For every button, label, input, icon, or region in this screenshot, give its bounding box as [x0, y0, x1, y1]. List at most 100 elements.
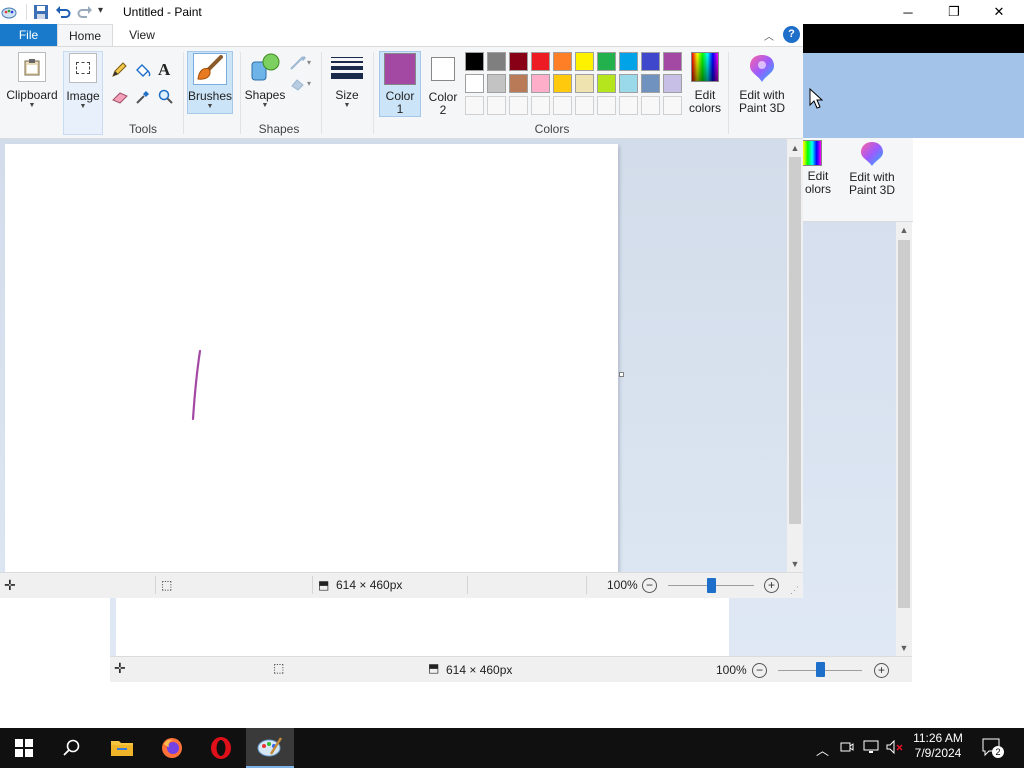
palette-swatch[interactable]	[619, 96, 638, 115]
tab-view[interactable]: View	[120, 24, 164, 46]
search-button[interactable]	[48, 728, 96, 768]
image-button[interactable]: Image ▼	[63, 51, 103, 135]
edit-with-paint3d-button[interactable]: Edit with Paint 3D	[733, 52, 791, 115]
palette-swatch[interactable]	[619, 74, 638, 93]
restore-button[interactable]: ❐	[931, 0, 977, 24]
palette-swatch[interactable]	[597, 96, 616, 115]
palette-swatch[interactable]	[531, 52, 550, 71]
zoom-thumb[interactable]	[707, 578, 716, 593]
clipboard-label: Clipboard	[6, 88, 58, 102]
zoom-text: 100%	[607, 578, 638, 592]
meet-now-icon[interactable]	[840, 740, 854, 757]
separator	[321, 52, 322, 134]
palette-swatch[interactable]	[487, 74, 506, 93]
color1-button[interactable]: Color 1	[379, 51, 421, 117]
palette-swatch[interactable]	[641, 52, 660, 71]
minimize-button[interactable]: ─	[885, 0, 931, 24]
palette-swatch[interactable]	[663, 52, 682, 71]
undo-icon[interactable]	[55, 4, 71, 20]
clipboard-icon	[18, 52, 46, 82]
palette-swatch[interactable]	[553, 74, 572, 93]
palette-swatch[interactable]	[619, 52, 638, 71]
canvas-resize-handle[interactable]	[619, 372, 624, 377]
palette-swatch[interactable]	[641, 96, 660, 115]
bg-canvas[interactable]	[116, 596, 729, 656]
scroll-up-icon[interactable]: ▲	[787, 140, 803, 156]
shapes-button[interactable]: Shapes ▼	[244, 52, 286, 110]
bg-scroll-up-icon[interactable]: ▲	[896, 222, 912, 238]
zoom-out-icon[interactable]: −	[642, 578, 657, 593]
action-center-button[interactable]: 2	[982, 738, 1004, 761]
titlebar-divider	[26, 4, 27, 20]
palette-swatch[interactable]	[531, 74, 550, 93]
palette-swatch[interactable]	[575, 74, 594, 93]
tab-view-label: View	[129, 28, 155, 42]
opera-button[interactable]	[197, 728, 245, 768]
outline-icon[interactable]: ▾	[289, 55, 313, 74]
close-button[interactable]: ✕	[976, 0, 1022, 24]
eraser-icon[interactable]	[111, 90, 129, 107]
tab-home[interactable]: Home	[57, 24, 113, 46]
palette-swatch[interactable]	[663, 96, 682, 115]
palette-swatch[interactable]	[575, 96, 594, 115]
paint-taskbar-button[interactable]	[246, 728, 294, 768]
brush-stroke	[191, 349, 202, 421]
bg-zoom-out-icon[interactable]: −	[752, 663, 767, 678]
bg-zoom-thumb[interactable]	[816, 662, 825, 677]
volume-muted-icon[interactable]	[886, 739, 904, 757]
color2-button[interactable]: Color 2	[423, 56, 463, 117]
save-icon[interactable]	[33, 4, 49, 20]
bg-scroll-down-icon[interactable]: ▼	[896, 640, 912, 656]
scroll-down-icon[interactable]: ▼	[787, 556, 803, 572]
customize-quick-access-icon[interactable]: ▾	[98, 5, 114, 21]
palette-swatch[interactable]	[553, 96, 572, 115]
palette-swatch[interactable]	[465, 52, 484, 71]
help-icon[interactable]: ?	[783, 26, 800, 43]
scroll-thumb[interactable]	[789, 157, 801, 524]
resize-grip-icon[interactable]: ⋰	[790, 585, 799, 596]
network-icon[interactable]	[863, 740, 879, 757]
tab-file[interactable]: File	[0, 24, 57, 46]
fill-shape-icon[interactable]: ▾	[289, 76, 313, 95]
show-hidden-icons-icon[interactable]: ︿	[816, 740, 829, 759]
size-button[interactable]: Size ▼	[326, 52, 368, 110]
palette-swatch[interactable]	[487, 96, 506, 115]
text-icon[interactable]: A	[158, 60, 170, 80]
file-explorer-button[interactable]	[98, 728, 146, 768]
paint-app-icon[interactable]	[1, 4, 17, 20]
palette-swatch[interactable]	[597, 74, 616, 93]
bg-edit-colors-button[interactable]: Edit olors	[798, 140, 834, 210]
image-label: Image	[66, 89, 100, 103]
bg-scroll-thumb[interactable]	[898, 240, 910, 608]
firefox-button[interactable]	[148, 728, 196, 768]
minimize-icon: ─	[903, 4, 913, 20]
brushes-button[interactable]: Brushes ▼	[187, 51, 233, 114]
clipboard-button[interactable]: Clipboard ▼	[4, 52, 60, 110]
palette-swatch[interactable]	[663, 74, 682, 93]
palette-swatch[interactable]	[509, 52, 528, 71]
palette-swatch[interactable]	[641, 74, 660, 93]
palette-swatch[interactable]	[465, 74, 484, 93]
fill-icon[interactable]	[134, 62, 152, 81]
bg-edit-with-paint3d-button[interactable]: Edit with Paint 3D	[843, 140, 901, 210]
zoom-in-icon[interactable]: +	[764, 578, 779, 593]
pencil-icon[interactable]	[111, 62, 127, 81]
palette-swatch[interactable]	[509, 96, 528, 115]
color-picker-icon[interactable]	[135, 89, 151, 108]
magnifier-icon[interactable]	[158, 89, 174, 108]
drawing-canvas[interactable]	[5, 144, 618, 572]
palette-swatch[interactable]	[509, 74, 528, 93]
colors-group-label: Colors	[534, 122, 570, 136]
bg-zoom-in-icon[interactable]: +	[874, 663, 889, 678]
clock[interactable]: 11:26 AM 7/9/2024	[906, 731, 970, 761]
start-button[interactable]	[0, 728, 48, 768]
palette-swatch[interactable]	[465, 96, 484, 115]
edit-colors-button[interactable]: Edit colors	[686, 52, 724, 115]
minimize-ribbon-icon[interactable]: ︿	[764, 28, 774, 43]
palette-swatch[interactable]	[553, 52, 572, 71]
palette-swatch[interactable]	[575, 52, 594, 71]
palette-swatch[interactable]	[531, 96, 550, 115]
palette-swatch[interactable]	[487, 52, 506, 71]
redo-icon[interactable]	[77, 4, 93, 20]
palette-swatch[interactable]	[597, 52, 616, 71]
